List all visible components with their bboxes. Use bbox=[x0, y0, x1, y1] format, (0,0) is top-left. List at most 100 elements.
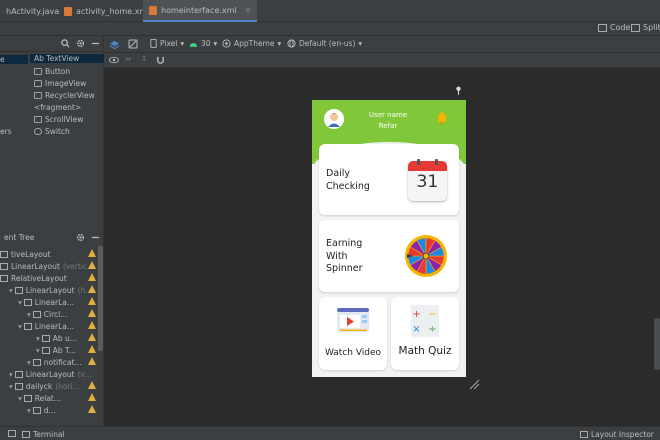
chevron-down-icon[interactable]: ▾ bbox=[9, 370, 13, 379]
layout-inspector-button[interactable]: Layout Inspector bbox=[580, 430, 654, 439]
avatar[interactable] bbox=[324, 109, 344, 129]
design-toolbar: Pixel ▾ 30 ▾ AppTheme ▾ Default (en-us) … bbox=[104, 36, 660, 53]
tree-row[interactable]: ▾ LinearLa... bbox=[0, 320, 100, 332]
tree-row[interactable]: ▾ Circl... bbox=[0, 308, 100, 320]
chevron-down-icon[interactable]: ▾ bbox=[9, 286, 13, 295]
tree-row[interactable]: ▾ notificat... bbox=[0, 356, 100, 368]
chevron-down-icon[interactable]: ▾ bbox=[36, 334, 40, 343]
earning-spinner-title: Earning With Spinner bbox=[326, 238, 363, 274]
tree-row[interactable]: ▾ Relat... bbox=[0, 392, 100, 404]
warning-icon[interactable] bbox=[88, 273, 96, 281]
layout-inspector-icon bbox=[580, 431, 588, 438]
locale-dropdown[interactable]: Default (en-us) ▾ bbox=[287, 39, 362, 48]
chevron-down-icon[interactable]: ▾ bbox=[18, 394, 22, 403]
phone-icon bbox=[150, 39, 157, 48]
code-mode-button[interactable]: Code bbox=[598, 23, 630, 32]
device-dropdown[interactable]: Pixel ▾ bbox=[150, 39, 184, 48]
resize-handle-icon[interactable] bbox=[468, 378, 480, 390]
math-quiz-title: Math Quiz bbox=[398, 345, 452, 357]
close-icon[interactable]: ✕ bbox=[245, 6, 252, 15]
editor-tabs: hActivity.java ✕ activity_home.xml ✕ hom… bbox=[0, 0, 660, 22]
warning-icon[interactable] bbox=[88, 357, 96, 365]
tree-row[interactable]: ▾ LinearLayout (v... bbox=[0, 368, 100, 380]
design-toolbar-secondary: ⇔ ↕ bbox=[104, 53, 660, 68]
palette-item-imageview[interactable]: ImageView bbox=[34, 79, 86, 88]
vertical-resize-icon[interactable]: ↕ bbox=[141, 54, 147, 63]
orientation-icon[interactable] bbox=[128, 39, 138, 49]
warning-icon[interactable] bbox=[88, 285, 96, 293]
warning-icon[interactable] bbox=[88, 333, 96, 341]
earning-spinner-card[interactable]: Earning With Spinner bbox=[319, 220, 459, 292]
minimize-icon[interactable] bbox=[91, 39, 100, 48]
warning-icon[interactable] bbox=[88, 345, 96, 353]
minimize-icon[interactable] bbox=[91, 233, 100, 242]
tree-row[interactable]: LinearLayout (vertic... bbox=[0, 260, 100, 272]
palette-item-switch[interactable]: Switch bbox=[34, 127, 70, 136]
list-icon bbox=[8, 430, 16, 437]
warning-icon[interactable] bbox=[88, 381, 96, 389]
code-view-icon bbox=[598, 23, 607, 32]
chevron-down-icon[interactable]: ▾ bbox=[18, 322, 22, 331]
phone-preview[interactable]: User name Refar Daily Checking 31 Earnin… bbox=[312, 100, 466, 377]
terminal-tool-button[interactable]: Terminal bbox=[22, 430, 65, 439]
palette-item-textview[interactable]: Ab TextView bbox=[30, 54, 104, 63]
warning-icon[interactable] bbox=[88, 309, 96, 317]
tree-row[interactable]: ▾ dailyck (hori... bbox=[0, 380, 100, 392]
palette-item-button[interactable]: Button bbox=[34, 67, 70, 76]
chevron-down-icon[interactable]: ▾ bbox=[9, 382, 13, 391]
view-mode-bar: Code Split bbox=[0, 22, 660, 36]
chevron-down-icon[interactable]: ▾ bbox=[18, 298, 22, 307]
svg-text:÷: ÷ bbox=[428, 324, 436, 335]
pin-icon[interactable] bbox=[455, 86, 462, 95]
component-tree-panel: ent Tree tiveLayout LinearLayout (vertic..… bbox=[0, 226, 104, 426]
gear-icon[interactable] bbox=[76, 233, 85, 242]
warning-icon[interactable] bbox=[88, 249, 96, 257]
api-level-dropdown[interactable]: 30 ▾ bbox=[189, 39, 217, 48]
tree-row[interactable]: ▾ LinearLayout (h... bbox=[0, 284, 100, 296]
chevron-down-icon[interactable]: ▾ bbox=[36, 346, 40, 355]
tree-row[interactable]: tiveLayout bbox=[0, 248, 100, 260]
warning-icon[interactable] bbox=[88, 405, 96, 413]
theme-dropdown[interactable]: AppTheme ▾ bbox=[222, 39, 281, 48]
chevron-down-icon: ▾ bbox=[213, 39, 218, 48]
chevron-down-icon[interactable]: ▾ bbox=[27, 310, 31, 319]
split-mode-button[interactable]: Split bbox=[631, 23, 660, 32]
theme-icon bbox=[222, 39, 231, 48]
bell-icon[interactable] bbox=[436, 111, 448, 125]
canvas-scrollbar[interactable] bbox=[654, 318, 660, 370]
tree-row[interactable]: ▾ Ab u... bbox=[0, 332, 100, 344]
search-icon[interactable] bbox=[61, 39, 70, 48]
math-quiz-card[interactable]: + − × ÷ Math Quiz bbox=[391, 297, 459, 370]
magnet-icon[interactable] bbox=[156, 56, 165, 65]
gear-icon[interactable] bbox=[76, 39, 85, 48]
layout-icon bbox=[14, 370, 23, 378]
palette-item-scrollview[interactable]: ScrollView bbox=[34, 115, 83, 124]
svg-text:−: − bbox=[428, 309, 436, 320]
warning-icon[interactable] bbox=[88, 261, 96, 269]
tree-row[interactable]: ▾ LinearLa... bbox=[0, 296, 100, 308]
warning-icon[interactable] bbox=[88, 297, 96, 305]
tree-row[interactable]: ▾ Ab T... bbox=[0, 344, 100, 356]
layout-icon bbox=[32, 406, 41, 414]
watch-video-card[interactable]: Watch Video bbox=[319, 297, 387, 370]
palette-category[interactable]: e bbox=[0, 55, 28, 64]
palette-item-fragment[interactable]: <fragment> bbox=[34, 103, 81, 112]
warning-icon[interactable] bbox=[88, 321, 96, 329]
daily-checking-card[interactable]: Daily Checking 31 bbox=[319, 144, 459, 215]
eye-icon[interactable] bbox=[109, 56, 119, 64]
warning-icon[interactable] bbox=[88, 393, 96, 401]
tree-scrollbar[interactable] bbox=[98, 246, 103, 351]
tree-row[interactable]: RelativeLayout bbox=[0, 272, 100, 284]
palette-category[interactable]: ers bbox=[0, 127, 12, 136]
todo-tool-button[interactable] bbox=[8, 430, 16, 437]
watch-video-title: Watch Video bbox=[324, 348, 382, 358]
palette-item-recyclerview[interactable]: RecyclerView bbox=[34, 91, 95, 100]
chevron-down-icon[interactable]: ▾ bbox=[27, 358, 31, 367]
tree-row[interactable]: ▾ d... bbox=[0, 404, 100, 416]
horizontal-resize-icon[interactable]: ⇔ bbox=[125, 54, 131, 63]
tab-homeinterface-xml[interactable]: homeinterface.xml ✕ bbox=[143, 0, 258, 22]
design-surface-icon[interactable] bbox=[109, 39, 120, 50]
layout-icon bbox=[41, 334, 50, 342]
chevron-down-icon[interactable]: ▾ bbox=[27, 406, 31, 415]
globe-icon bbox=[287, 39, 296, 48]
